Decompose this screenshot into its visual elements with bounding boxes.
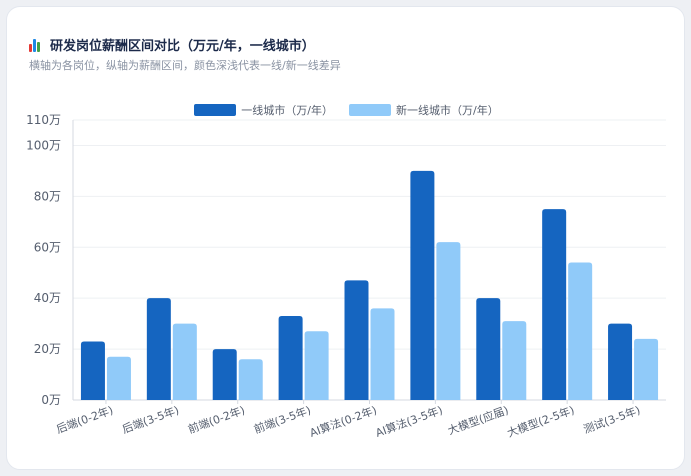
bar-tier1 — [80, 341, 105, 400]
bar-new-tier1 — [436, 242, 461, 400]
x-tick-label: 大模型(2-5年) — [505, 403, 576, 440]
x-tick-label: 后端(3-5年) — [120, 403, 181, 437]
bar-new-tier1 — [304, 331, 329, 400]
bar-tier1 — [278, 316, 303, 400]
x-tick-label: AI算法(3-5年) — [374, 403, 445, 440]
y-tick-label: 0万 — [41, 393, 61, 407]
bar-tier1 — [344, 280, 369, 400]
x-tick-label: 前端(0-2年) — [186, 403, 247, 437]
y-tick-label: 100万 — [26, 138, 61, 152]
bar-new-tier1 — [172, 323, 197, 400]
bar-new-tier1 — [238, 359, 263, 400]
bar-tier1 — [608, 323, 633, 400]
bar-chart-plot: 0万20万40万60万80万100万110万后端(0-2年) 后端(3-5年) 前端… — [26, 113, 666, 440]
bar-new-tier1 — [502, 321, 527, 400]
bar-new-tier1 — [568, 262, 593, 400]
bar-tier1 — [476, 298, 501, 400]
bar-tier1 — [410, 170, 435, 400]
bar-new-tier1 — [370, 308, 395, 400]
y-tick-label: 60万 — [34, 240, 61, 254]
x-tick-label: 大模型(应届) — [446, 403, 511, 438]
x-tick-label: 前端(3-5年) — [252, 403, 313, 437]
y-tick-label: 80万 — [34, 189, 61, 203]
bar-tier1 — [212, 349, 237, 400]
bar-new-tier1 — [106, 356, 131, 400]
x-tick-label: AI算法(0-2年) — [308, 403, 379, 440]
x-tick-label: 后端(0-2年) — [54, 403, 115, 437]
y-tick-label: 110万 — [26, 113, 61, 127]
bar-new-tier1 — [634, 338, 659, 400]
y-tick-label: 40万 — [34, 291, 61, 305]
y-tick-label: 20万 — [34, 342, 61, 356]
bar-tier1 — [146, 298, 171, 400]
x-tick-label: 测试(3-5年) — [581, 403, 642, 437]
bar-tier1 — [542, 209, 567, 400]
